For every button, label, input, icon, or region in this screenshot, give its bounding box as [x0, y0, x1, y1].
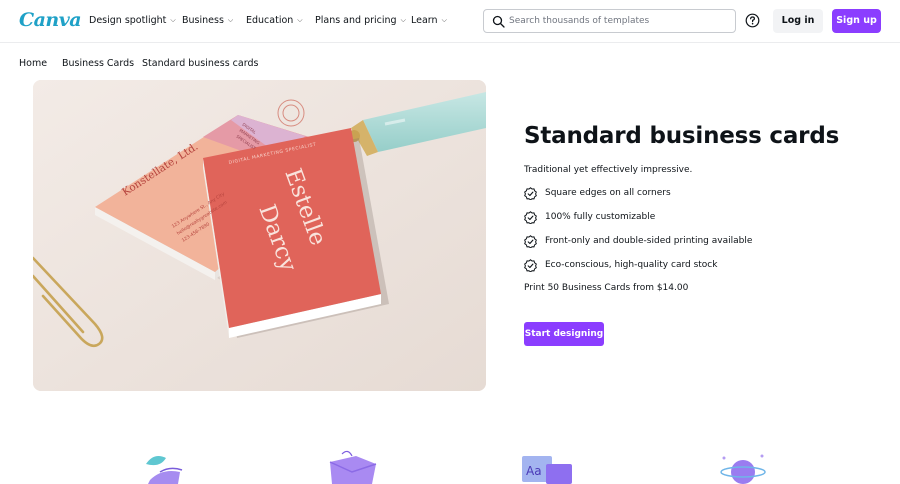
checkmark-badge-icon — [524, 187, 537, 200]
svg-text:Aa: Aa — [526, 464, 542, 478]
nav-education[interactable]: Education ⌵ — [246, 15, 303, 26]
search-bar[interactable] — [483, 9, 736, 33]
help-circle-icon[interactable] — [745, 13, 760, 28]
feature-label: Front-only and double-sided printing ava… — [545, 236, 753, 246]
envelope-illustration — [329, 450, 377, 484]
top-navigation-bar: Canva Design spotlight ⌵ Business ⌵ Educat… — [0, 0, 900, 43]
breadcrumb-business-cards[interactable]: Business Cards — [62, 58, 134, 69]
chevron-down-icon: ⌵ — [297, 16, 303, 24]
nav-label: Education — [246, 15, 294, 26]
hand-and-leaf-illustration — [146, 456, 183, 484]
breadcrumb-home[interactable]: Home — [19, 58, 47, 69]
signup-button[interactable]: Sign up — [832, 9, 881, 33]
planet-illustration — [720, 454, 766, 484]
breadcrumb-current-page: Standard business cards — [142, 58, 259, 69]
checkmark-badge-icon — [524, 211, 537, 224]
typography-illustration: Aa — [522, 456, 572, 484]
nav-learn[interactable]: Learn ⌵ — [411, 15, 447, 26]
feature-label: Square edges on all corners — [545, 188, 671, 198]
chevron-down-icon: ⌵ — [227, 16, 234, 24]
product-subtitle: Traditional yet effectively impressive. — [524, 165, 693, 175]
nav-business[interactable]: Business ⌵ — [182, 15, 233, 26]
nav-label: Business — [182, 15, 224, 26]
nav-label: Learn — [411, 15, 438, 26]
feature-label: Eco-conscious, high-quality card stock — [545, 260, 718, 270]
checkmark-badge-icon — [524, 259, 537, 272]
price-text: Print 50 Business Cards from $14.00 — [524, 283, 689, 293]
chevron-down-icon: ⌵ — [441, 16, 447, 24]
page-title: Standard business cards — [524, 123, 840, 149]
nav-plans-and-pricing[interactable]: Plans and pricing ⌵ — [315, 15, 406, 26]
start-designing-button[interactable]: Start designing — [524, 322, 604, 346]
nav-design-spotlight[interactable]: Design spotlight ⌵ — [89, 15, 176, 26]
chevron-down-icon: ⌵ — [170, 16, 176, 24]
nav-label: Design spotlight — [89, 15, 167, 26]
product-hero-image: Konstellate, Ltd. 123 Anywhere St., Any … — [33, 80, 486, 391]
login-button[interactable]: Log in — [773, 9, 823, 33]
business-cards-photo: Konstellate, Ltd. 123 Anywhere St., Any … — [33, 80, 486, 391]
search-input[interactable] — [509, 14, 729, 28]
nav-label: Plans and pricing — [315, 15, 397, 26]
feature-label: 100% fully customizable — [545, 212, 656, 222]
canva-logo[interactable]: Canva — [19, 9, 82, 31]
chevron-down-icon: ⌵ — [400, 16, 406, 24]
search-icon — [492, 15, 505, 28]
checkmark-badge-icon — [524, 235, 537, 248]
